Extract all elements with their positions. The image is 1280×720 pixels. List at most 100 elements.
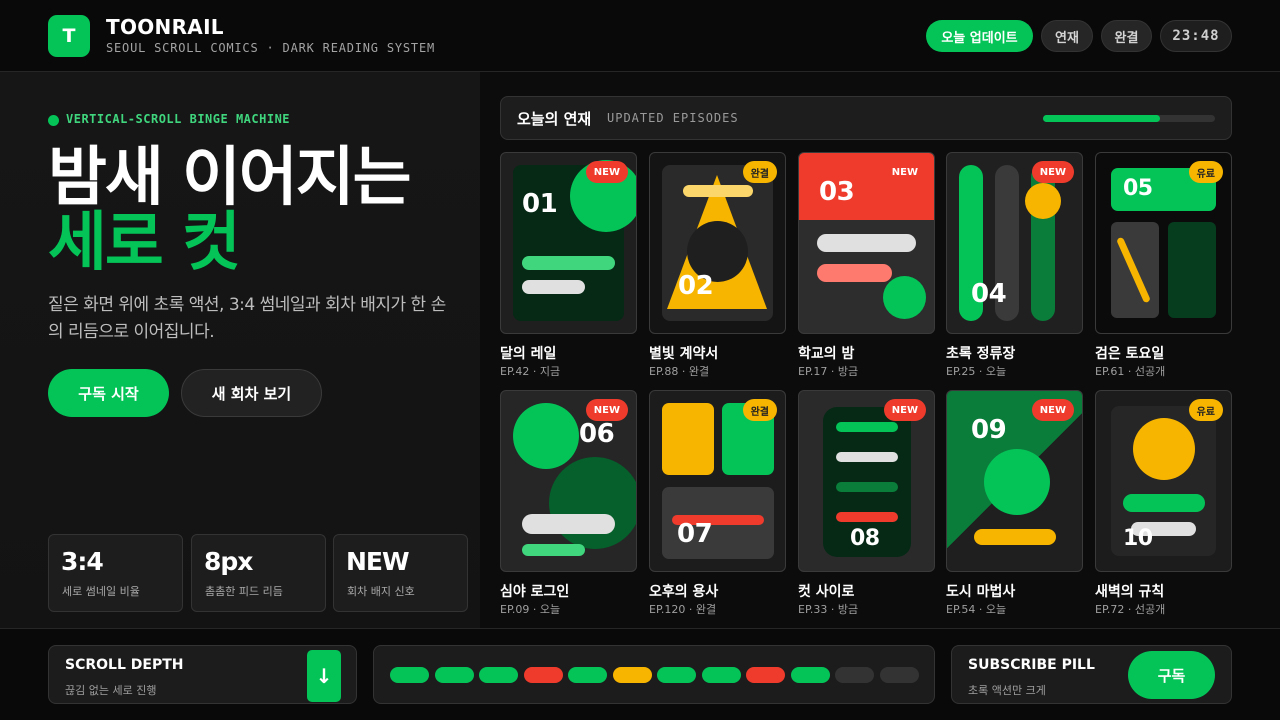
episode-card-thumbnail[interactable]: 01 NEW — [500, 152, 637, 334]
progress-segment — [479, 667, 518, 683]
live-dot-icon — [48, 115, 59, 126]
episode-progress-strip — [373, 645, 935, 704]
progress-segment — [701, 667, 741, 683]
bar-shape — [522, 544, 585, 556]
episode-card-thumbnail[interactable]: 03 NEW — [798, 152, 935, 334]
update-progress-fill — [1043, 115, 1160, 122]
bar-shape — [836, 482, 898, 492]
episode-title[interactable]: 초록 정류장 — [946, 343, 1015, 363]
arrow-down-icon[interactable]: ↓ — [307, 650, 341, 702]
episode-card-thumbnail[interactable]: 04 NEW — [946, 152, 1083, 334]
episode-number: 07 — [677, 519, 713, 549]
hero-tag: VERTICAL-SCROLL BINGE MACHINE — [66, 112, 291, 126]
progress-segment — [657, 667, 696, 683]
episode-title[interactable]: 학교의 밤 — [798, 343, 854, 363]
section-header: 오늘의 연재 UPDATED EPISODES — [500, 96, 1232, 140]
circle-shape — [513, 403, 579, 469]
stat-value: NEW — [346, 547, 410, 576]
new-badge: NEW — [585, 399, 628, 421]
episode-title[interactable]: 달의 레일 — [500, 343, 556, 363]
section-title: 오늘의 연재 — [517, 110, 592, 128]
bar-shape — [836, 422, 898, 432]
subscribe-panel: SUBSCRIBE PILL 초록 액션만 크게 구독 — [951, 645, 1232, 704]
episode-card-thumbnail[interactable]: 08 NEW — [798, 390, 935, 572]
episode-meta: EP.72 · 선공개 — [1095, 603, 1166, 616]
episode-number: 08 — [850, 526, 880, 551]
serial-pill[interactable]: 연재 — [1041, 20, 1093, 52]
stat-label: 세로 썸네일 비율 — [62, 585, 140, 598]
episode-card-thumbnail[interactable]: 10 유료 — [1095, 390, 1232, 572]
brand-tagline: SEOUL SCROLL COMICS · DARK READING SYSTE… — [106, 41, 436, 55]
episode-number: 06 — [579, 419, 615, 449]
paid-badge: 유료 — [1188, 161, 1223, 183]
subscribe-button[interactable]: 구독 — [1128, 651, 1215, 699]
episode-title[interactable]: 검은 토요일 — [1095, 343, 1164, 363]
stat-label: 회차 배지 신호 — [347, 585, 415, 598]
stat-value: 3:4 — [61, 547, 104, 576]
update-progress-bar — [1043, 115, 1215, 122]
progress-segment — [390, 667, 429, 683]
episode-number: 05 — [1123, 176, 1153, 201]
progress-segment — [790, 667, 830, 683]
episode-card-thumbnail[interactable]: 09 NEW — [946, 390, 1083, 572]
episode-card-thumbnail[interactable]: 06 NEW — [500, 390, 637, 572]
today-update-pill[interactable]: 오늘 업데이트 — [926, 20, 1033, 52]
new-badge: NEW — [883, 399, 926, 421]
hero-description: 짙은 화면 위에 초록 액션, 3:4 썸네일과 회차 배지가 한 손의 리듬으… — [48, 295, 446, 342]
stat-value: 8px — [204, 547, 253, 576]
episode-card-thumbnail[interactable]: 05 유료 — [1095, 152, 1232, 334]
episode-meta: EP.54 · 오늘 — [946, 603, 1007, 616]
progress-segment — [835, 667, 874, 683]
app-logo[interactable]: T — [48, 15, 90, 57]
stat-card: 3:4 세로 썸네일 비율 — [48, 534, 183, 612]
bar-shape — [836, 512, 898, 522]
circle-shape — [1133, 418, 1195, 480]
episode-number: 03 — [819, 177, 855, 207]
view-new-episodes-button[interactable]: 새 회차 보기 — [181, 369, 322, 417]
headline-line-2: 세로 컷 — [48, 206, 241, 280]
episode-number: 09 — [971, 415, 1007, 445]
episode-meta: EP.25 · 오늘 — [946, 365, 1007, 378]
episode-title[interactable]: 오후의 용사 — [649, 581, 718, 601]
episode-title[interactable]: 별빛 계약서 — [649, 343, 718, 363]
new-badge: NEW — [883, 161, 926, 183]
circle-shape — [984, 449, 1050, 515]
bar-shape — [1123, 494, 1205, 512]
episode-card-thumbnail[interactable]: 02 완결 — [649, 152, 786, 334]
episode-meta: EP.09 · 오늘 — [500, 603, 561, 616]
clock: 23:48 — [1160, 20, 1232, 52]
episode-card-thumbnail[interactable]: 07 완결 — [649, 390, 786, 572]
episode-number: 02 — [678, 271, 714, 301]
episode-title[interactable]: 도시 마법사 — [946, 581, 1015, 601]
completed-pill[interactable]: 완결 — [1101, 20, 1152, 52]
episode-meta: EP.88 · 완결 — [649, 365, 710, 378]
circle-shape — [549, 457, 636, 549]
bar-shape — [836, 452, 898, 462]
scroll-depth-panel: SCROLL DEPTH 끊김 없는 세로 진행 ↓ — [48, 645, 357, 704]
stat-card: 8px 촘촘한 피드 리듬 — [191, 534, 326, 612]
progress-segment — [434, 667, 474, 683]
block-shape — [662, 403, 714, 475]
subscribe-subtitle: 초록 액션만 크게 — [968, 684, 1046, 697]
episode-title[interactable]: 새벽의 규칙 — [1095, 581, 1164, 601]
episode-meta: EP.33 · 방금 — [798, 603, 859, 616]
episode-number: 10 — [1123, 526, 1153, 551]
episode-title[interactable]: 컷 사이로 — [798, 581, 854, 601]
stat-label: 촘촘한 피드 리듬 — [205, 585, 283, 598]
subscribe-start-button[interactable]: 구독 시작 — [48, 369, 169, 417]
new-badge: NEW — [1031, 399, 1074, 421]
new-badge: NEW — [1031, 161, 1074, 183]
bar-shape — [974, 529, 1056, 545]
episode-title[interactable]: 심야 로그인 — [500, 581, 569, 601]
bar-shape — [522, 256, 615, 270]
completed-badge: 완결 — [742, 399, 777, 421]
subscribe-title: SUBSCRIBE PILL — [968, 657, 1095, 673]
bar-shape — [522, 514, 615, 534]
progress-segment — [879, 667, 919, 683]
section-subtitle: UPDATED EPISODES — [607, 111, 739, 125]
circle-shape — [883, 276, 926, 319]
progress-segment — [746, 667, 785, 683]
brand-name: TOONRAIL — [106, 15, 224, 39]
episode-meta: EP.120 · 완결 — [649, 603, 717, 616]
bar-shape — [522, 280, 585, 294]
